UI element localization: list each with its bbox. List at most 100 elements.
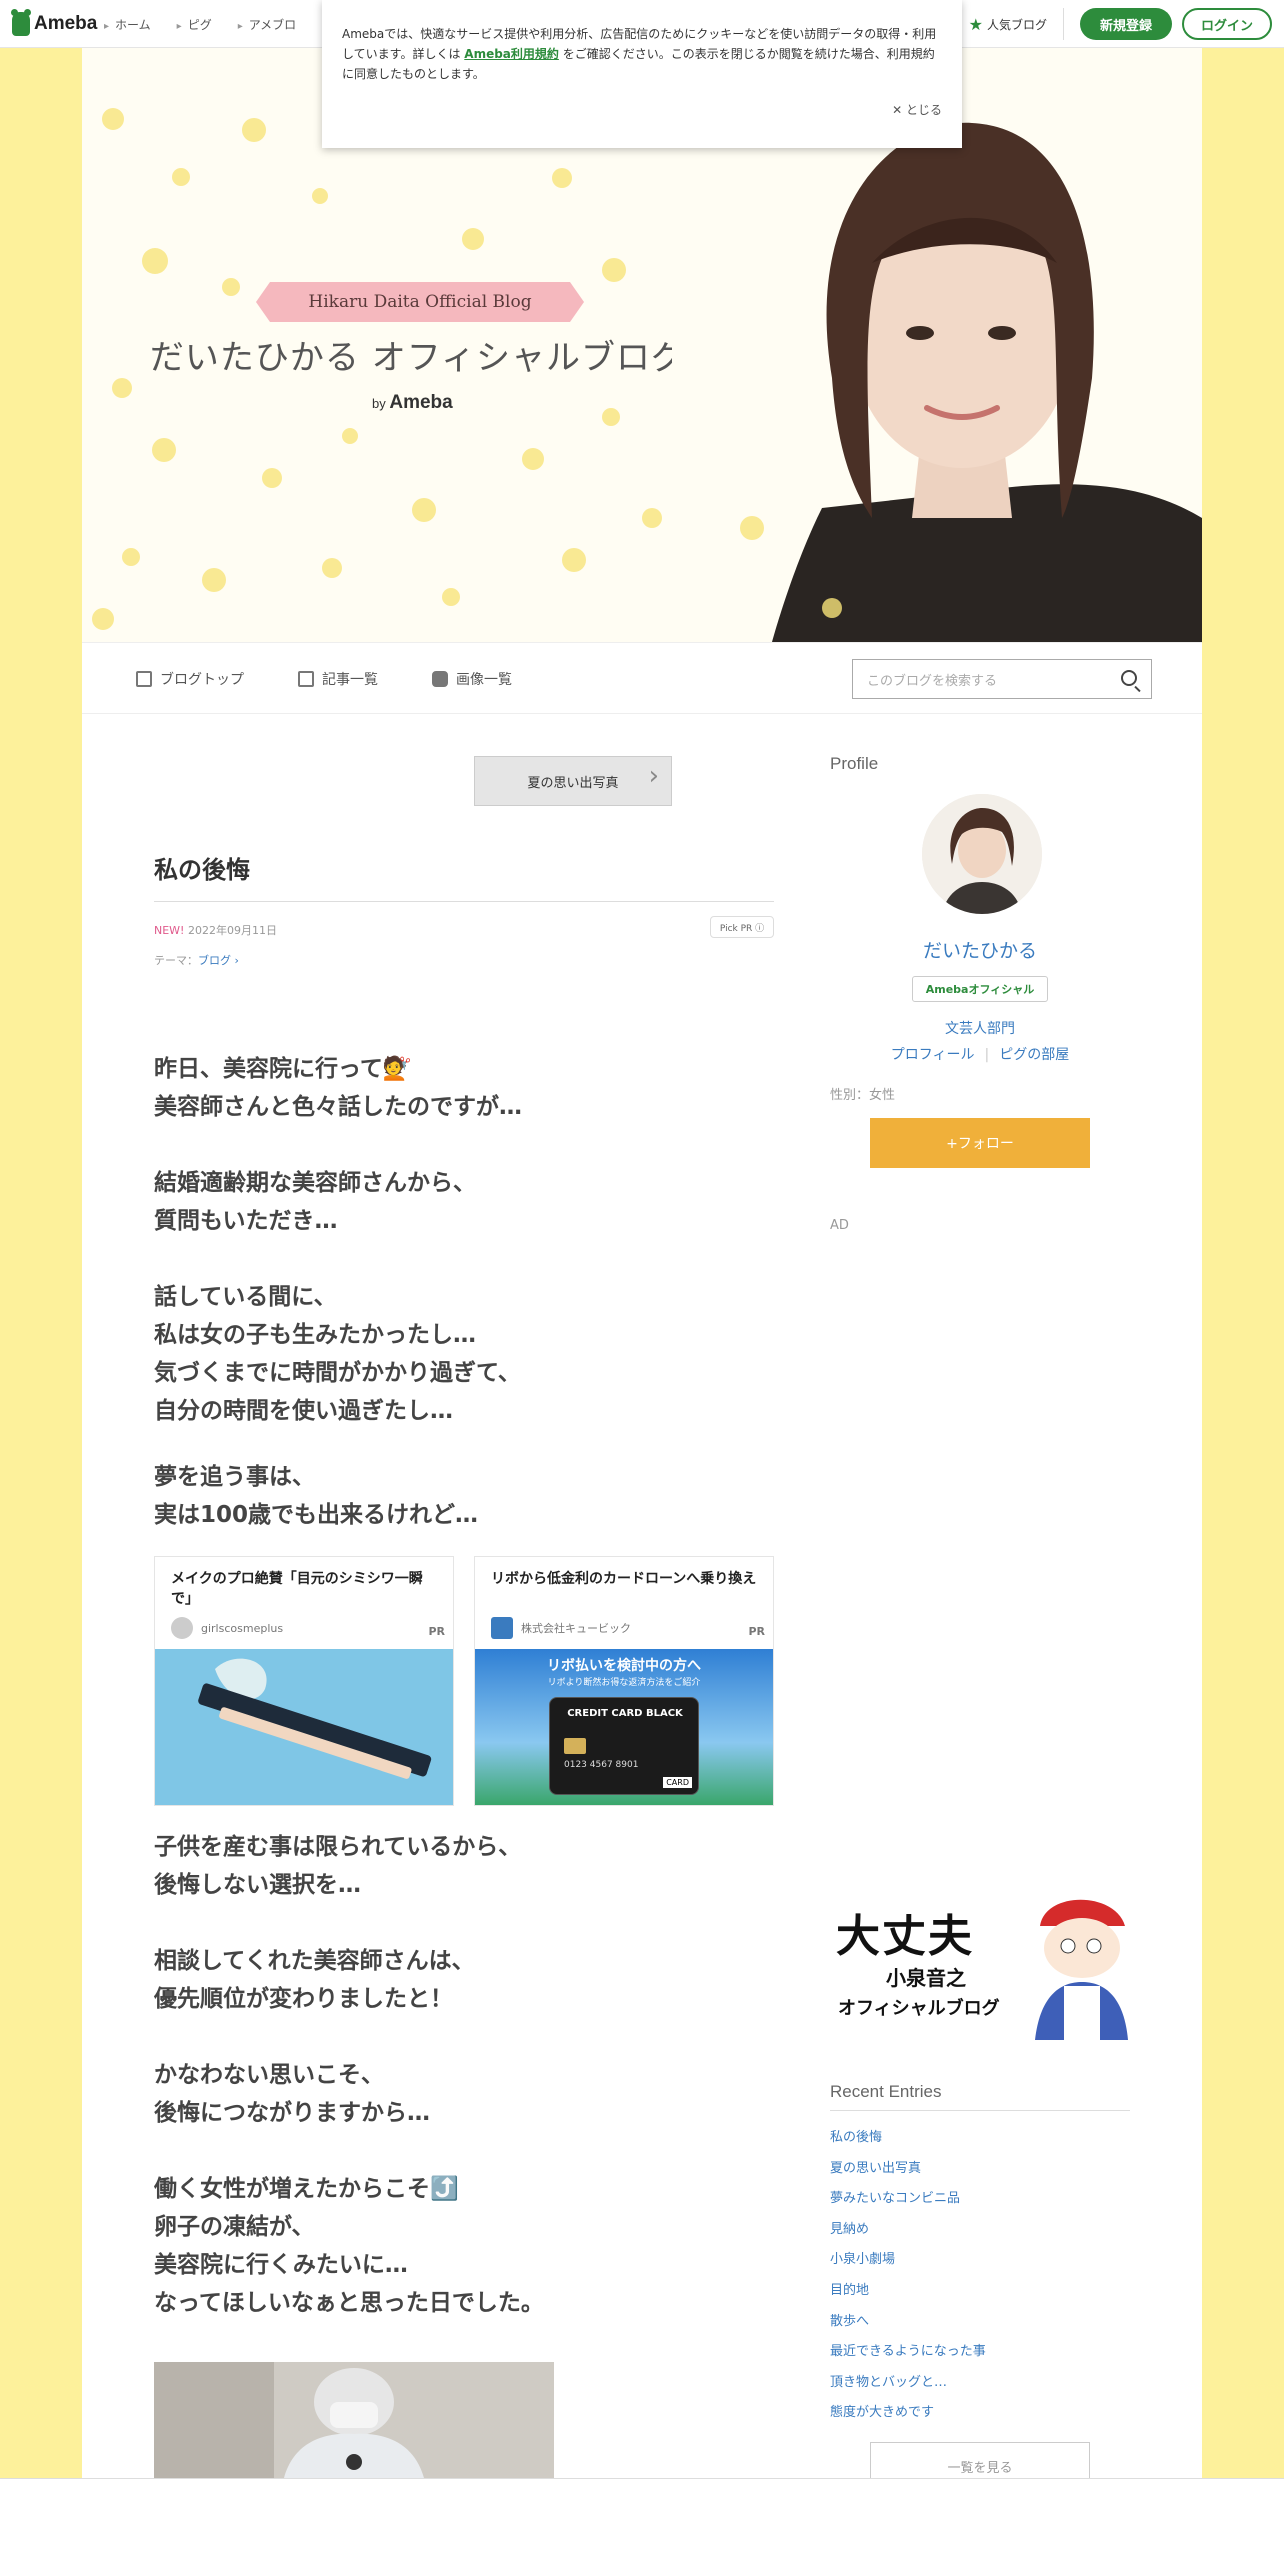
- recent-entry[interactable]: 小泉小劇場: [830, 2248, 1130, 2279]
- header-actions: ★ 人気ブログ 新規登録 ログイン: [969, 8, 1272, 40]
- cookie-close-button[interactable]: ✕ とじる: [892, 100, 942, 120]
- dot: [92, 608, 114, 630]
- document-icon: [136, 671, 152, 687]
- entry-paragraph: 相談してくれた美容師さんは、 優先順位が変わりましたと！: [154, 1948, 475, 2012]
- dot: [522, 448, 544, 470]
- dot: [142, 248, 168, 274]
- ameba-bear-icon: [11, 9, 31, 36]
- terms-link[interactable]: Ameba利用規約: [464, 47, 559, 61]
- dot: [412, 498, 436, 522]
- login-button[interactable]: ログイン: [1182, 8, 1272, 40]
- dot: [462, 228, 484, 250]
- profile-link[interactable]: プロフィール: [891, 1047, 975, 1063]
- recent-entry[interactable]: 夏の思い出写真: [830, 2157, 1130, 2188]
- recent-entry[interactable]: 最近できるようになった事: [830, 2340, 1130, 2371]
- ameba-logo[interactable]: Ameba: [11, 9, 97, 36]
- global-nav: ホーム ピグ アメブロ: [104, 0, 296, 48]
- nav-pigg[interactable]: ピグ: [177, 16, 212, 33]
- dot: [242, 118, 266, 142]
- copy-icon: [298, 671, 314, 687]
- nav-ameblo[interactable]: アメブロ: [238, 16, 296, 33]
- profile-name[interactable]: だいたひかる: [830, 936, 1130, 963]
- profile-gender: 性別：女性: [830, 1088, 896, 1103]
- dot: [642, 508, 662, 528]
- prev-entry-button[interactable]: 夏の思い出写真: [474, 756, 672, 806]
- recent-entry[interactable]: 目的地: [830, 2279, 1130, 2310]
- recent-entry[interactable]: 夢みたいなコンビニ品: [830, 2187, 1130, 2218]
- profile-avatar[interactable]: [922, 794, 1042, 914]
- dot: [112, 378, 132, 398]
- dot: [552, 168, 572, 188]
- search-icon[interactable]: [1121, 670, 1137, 686]
- nav-entry-list[interactable]: 記事一覧: [298, 669, 378, 689]
- dot: [262, 468, 282, 488]
- ad-image-card: リボ払いを検討中の方へ リボより断然お得な返済方法をご紹介 CREDIT CAR…: [475, 1649, 773, 1805]
- nav-blog-top[interactable]: ブログトップ: [136, 669, 244, 689]
- entry-paragraph: かなわない思いこそ、 後悔につながりますから…: [154, 2062, 430, 2126]
- blog-title: だいたひかる オフィシャルブログ: [149, 338, 687, 378]
- blog-nav: ブログトップ 記事一覧 画像一覧 このブログを検索する: [82, 642, 1202, 714]
- recent-entries-heading: Recent Entries: [830, 2082, 1130, 2111]
- character-illustration: [1035, 1899, 1128, 2040]
- entry-paragraph: 昨日、美容院に行って💇 美容師さんと色々話したのですが…: [154, 1056, 522, 1120]
- recent-entry[interactable]: 私の後悔: [830, 2126, 1130, 2157]
- entry-paragraph: 話している間に、 私は女の子も生みたかったし… 気づくまでに時間がかかり過ぎて、 自分…: [154, 1284, 521, 1424]
- entry-paragraph: 働く女性が増えたからこそ⤴️ 卵子の凍結が、 美容院に行くみたいに… なってほしいなぁ…: [154, 2176, 544, 2316]
- blog-page: Hikaru Daita Official Blog だいたひかる オフィシャル…: [82, 48, 1202, 2490]
- sidebar-banner[interactable]: 大丈夫 小泉音之 オフィシャルブログ: [830, 1886, 1130, 2040]
- dot: [602, 408, 620, 426]
- advertiser-logo-icon: [491, 1617, 513, 1639]
- recent-entry[interactable]: 頂き物とバッグと…: [830, 2371, 1130, 2402]
- cookie-consent-dialog: Amebaでは、快適なサービス提供や利用分析、広告配信のためにクッキーなどを使い…: [322, 0, 962, 148]
- popular-blog-link[interactable]: ★ 人気ブログ: [969, 8, 1064, 40]
- profile-heading: Profile: [830, 754, 879, 773]
- blog-search-input[interactable]: このブログを検索する: [852, 659, 1152, 699]
- recent-entries-list: 私の後悔 夏の思い出写真 夢みたいなコンビニ品 見納め 小泉小劇場 目的地 散歩…: [830, 2126, 1130, 2432]
- entry-theme: テーマ：ブログ ›: [154, 954, 239, 967]
- by-ameba: by Ameba: [372, 392, 453, 413]
- camera-icon: [432, 671, 448, 687]
- dot: [202, 568, 226, 592]
- credit-card-graphic: CREDIT CARD BLACK 0123 4567 8901 CARD: [549, 1697, 699, 1795]
- follow-button[interactable]: +フォロー: [870, 1118, 1090, 1168]
- dot: [562, 548, 586, 572]
- entry-paragraph: 夢を追う事は、 実は100歳でも出来るけれど…: [154, 1464, 479, 1528]
- blog-ribbon: Hikaru Daita Official Blog: [256, 282, 584, 322]
- entry-paragraph: 結婚適齢期な美容師さんから、 質問もいただき…: [154, 1170, 476, 1234]
- dot: [322, 558, 342, 578]
- dot: [342, 428, 358, 444]
- entry-meta: NEW! 2022年09月11日: [154, 922, 277, 938]
- entry-title[interactable]: 私の後悔: [154, 846, 774, 902]
- dot: [442, 588, 460, 606]
- pick-pr-button[interactable]: Pick PR ⓘ: [710, 916, 774, 938]
- recent-entry[interactable]: 態度が大きめです: [830, 2401, 1130, 2432]
- entry-paragraph: 子供を産む事は限られているから、 後悔しない選択を…: [154, 1834, 522, 1898]
- dot: [122, 548, 140, 566]
- blog-nav-items: ブログトップ 記事一覧 画像一覧: [136, 643, 512, 715]
- dot: [222, 278, 240, 296]
- dot: [172, 168, 190, 186]
- ad-card[interactable]: リボから低金利のカードローンへ乗り換え 株式会社キュービック PR リボ払いを検…: [474, 1556, 774, 1806]
- dot: [102, 108, 124, 130]
- chip-icon: [564, 1738, 586, 1754]
- theme-link[interactable]: ブログ ›: [198, 954, 239, 967]
- profile-category[interactable]: 文芸人部門: [830, 1018, 1130, 1038]
- profile-links: プロフィール | ピグの部屋: [890, 1047, 1070, 1063]
- ad-image-cosmetic: [155, 1649, 453, 1805]
- official-badge: Amebaオフィシャル: [912, 976, 1048, 1002]
- ad-label: AD: [830, 1218, 849, 1233]
- nav-image-list[interactable]: 画像一覧: [432, 669, 512, 689]
- recent-entry[interactable]: 散歩へ: [830, 2310, 1130, 2341]
- dot: [152, 438, 176, 462]
- new-badge: NEW!: [154, 924, 185, 937]
- nav-home[interactable]: ホーム: [104, 16, 151, 33]
- signup-button[interactable]: 新規登録: [1080, 8, 1172, 40]
- entry-photo[interactable]: [154, 2362, 554, 2478]
- ad-card[interactable]: メイクのプロ絶賛「目元のシミシワ一瞬で」 girlscosmeplus PR: [154, 1556, 454, 1806]
- star-icon: ★: [968, 14, 983, 34]
- recent-entry[interactable]: 見納め: [830, 2218, 1130, 2249]
- dot: [312, 188, 328, 204]
- pigg-room-link[interactable]: ピグの部屋: [999, 1047, 1069, 1063]
- bottom-bar: [0, 2478, 1284, 2568]
- dot: [602, 258, 626, 282]
